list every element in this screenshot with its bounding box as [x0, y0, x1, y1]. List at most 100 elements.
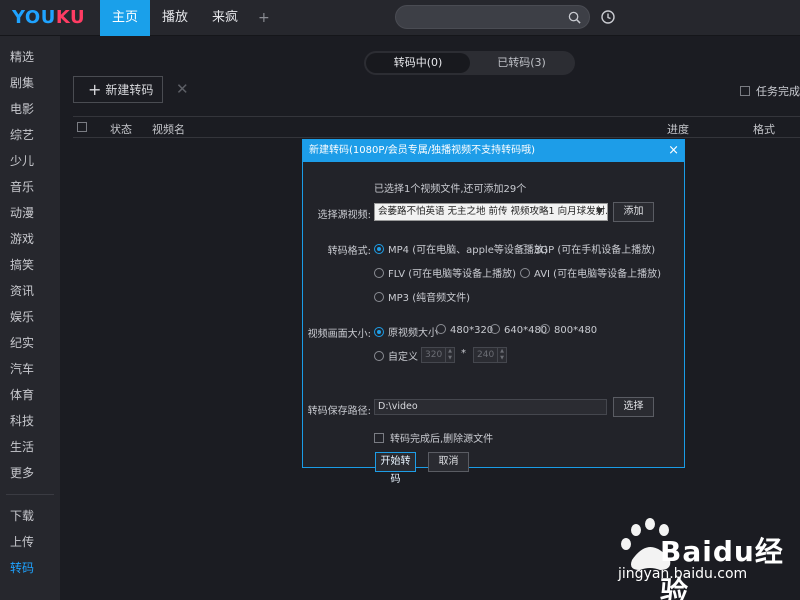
add-button[interactable]: 添加: [613, 202, 654, 222]
format-mp3-option[interactable]: MP3 (纯音频文件): [374, 289, 470, 304]
task-complete-option[interactable]: 任务完成后: [740, 83, 800, 99]
logo-ku: KU: [55, 7, 86, 28]
sidebar-item-qiche[interactable]: 汽车: [0, 356, 60, 382]
youku-logo[interactable]: YOUKU: [12, 7, 85, 28]
transcode-status-toggle: 转码中(0) 已转码(3): [364, 51, 575, 75]
dialog-close-button[interactable]: ×: [668, 140, 679, 162]
dialog-title: 新建转码(1080P/会员专属/独播视频不支持转码哦): [309, 145, 536, 156]
add-tab-button[interactable]: +: [250, 0, 278, 36]
sidebar-item-yule[interactable]: 娱乐: [0, 304, 60, 330]
format-flv-radio[interactable]: [374, 268, 384, 278]
format-3gp-option[interactable]: 3GP (可在手机设备上播放): [520, 241, 655, 256]
sidebar-item-juji[interactable]: 剧集: [0, 70, 60, 96]
sidebar-item-shenghuo[interactable]: 生活: [0, 434, 60, 460]
save-path-field[interactable]: D:\video: [374, 399, 607, 415]
cancel-button[interactable]: 取消: [428, 452, 469, 472]
size-800-radio[interactable]: [540, 324, 550, 334]
sidebar-item-keji[interactable]: 科技: [0, 408, 60, 434]
start-transcode-button[interactable]: 开始转码: [375, 452, 416, 485]
close-icon[interactable]: ✕: [176, 80, 189, 98]
new-transcode-dialog: 新建转码(1080P/会员专属/独播视频不支持转码哦) × 已选择1个视频文件,…: [302, 139, 685, 485]
format-flv-option[interactable]: FLV (可在电脑等设备上播放): [374, 265, 516, 280]
size-original-label: 原视频大小: [388, 328, 438, 339]
chevron-down-icon: ▼: [596, 207, 603, 217]
size-640-radio[interactable]: [490, 324, 500, 334]
tab-laifeng[interactable]: 来疯: [200, 0, 250, 36]
tab-transcoding[interactable]: 转码中(0): [366, 53, 470, 73]
sidebar-item-zongyi[interactable]: 综艺: [0, 122, 60, 148]
new-transcode-button[interactable]: + 新建转码: [73, 76, 163, 103]
custom-width-value: 320: [425, 350, 443, 360]
size-custom-label: 自定义: [388, 352, 418, 363]
tab-play[interactable]: 播放: [150, 0, 200, 36]
size-480-label: 480*320: [450, 325, 494, 336]
size-custom-option[interactable]: 自定义: [374, 348, 418, 363]
size-640-option[interactable]: 640*480: [490, 324, 547, 336]
stepper-arrows-icon[interactable]: ▲ ▼: [497, 348, 506, 362]
size-480-option[interactable]: 480*320: [436, 324, 493, 336]
custom-times-sign: *: [461, 348, 466, 359]
format-3gp-radio[interactable]: [520, 244, 530, 254]
sidebar-item-tiyu[interactable]: 体育: [0, 382, 60, 408]
size-original-radio[interactable]: [374, 327, 384, 337]
table-header: 状态 视频名 进度 格式: [73, 116, 800, 138]
search-input[interactable]: [395, 5, 590, 29]
delete-source-checkbox[interactable]: [374, 433, 384, 443]
new-transcode-label: 新建转码: [105, 83, 154, 97]
sidebar-item-upload[interactable]: 上传: [0, 529, 60, 555]
source-label: 选择源视频:: [317, 210, 371, 221]
sidebar-item-jishi[interactable]: 纪实: [0, 330, 60, 356]
size-original-option[interactable]: 原视频大小: [374, 324, 438, 339]
sidebar-item-transcode[interactable]: 转码: [0, 555, 60, 581]
delete-source-option[interactable]: 转码完成后,删除源文件: [374, 430, 493, 445]
format-mp3-radio[interactable]: [374, 292, 384, 302]
format-flv-label: FLV (可在电脑等设备上播放): [388, 269, 517, 280]
format-avi-label: AVI (可在电脑等设备上播放): [534, 269, 661, 280]
sidebar-item-youxi[interactable]: 游戏: [0, 226, 60, 252]
sidebar-item-gaoxiao[interactable]: 搞笑: [0, 252, 60, 278]
select-all-checkbox[interactable]: [77, 122, 87, 132]
column-format: 格式: [753, 123, 775, 136]
custom-height-stepper[interactable]: 240 ▲ ▼: [473, 347, 507, 363]
sidebar-channels: 精选 剧集 电影 综艺 少儿 音乐 动漫 游戏 搞笑 资讯 娱乐 纪实 汽车 体…: [0, 36, 60, 486]
size-480-radio[interactable]: [436, 324, 446, 334]
size-800-option[interactable]: 800*480: [540, 324, 597, 336]
format-mp4-radio[interactable]: [374, 244, 384, 254]
main-nav: 主页 播放 来疯 +: [100, 0, 278, 36]
format-mp3-label: MP3 (纯音频文件): [388, 293, 471, 304]
format-label: 转码格式:: [327, 246, 371, 257]
task-complete-label: 任务完成后: [756, 85, 800, 98]
save-path-value: D:\video: [378, 401, 418, 412]
sidebar-tools: 下载 上传 转码: [0, 503, 60, 581]
sidebar: 精选 剧集 电影 综艺 少儿 音乐 动漫 游戏 搞笑 资讯 娱乐 纪实 汽车 体…: [0, 36, 60, 600]
source-video-select[interactable]: 会萎路不怕英语 无主之地 前传 视频攻略1 向月球发射... ▼: [374, 203, 608, 221]
custom-width-stepper[interactable]: 320 ▲ ▼: [421, 347, 455, 363]
history-icon[interactable]: [600, 9, 616, 25]
column-progress: 进度: [667, 123, 689, 136]
tab-home[interactable]: 主页: [100, 0, 151, 36]
sidebar-item-jingxuan[interactable]: 精选: [0, 44, 60, 70]
size-800-label: 800*480: [554, 325, 598, 336]
custom-height-value: 240: [477, 350, 495, 360]
browse-button[interactable]: 选择: [613, 397, 654, 417]
column-status: 状态: [110, 123, 132, 136]
sidebar-item-gengduo[interactable]: 更多: [0, 460, 60, 486]
search-icon[interactable]: [568, 11, 581, 24]
sidebar-item-zixun[interactable]: 资讯: [0, 278, 60, 304]
sidebar-item-dianying[interactable]: 电影: [0, 96, 60, 122]
task-complete-checkbox[interactable]: [740, 86, 750, 96]
size-label: 视频画面大小:: [307, 329, 371, 340]
sidebar-item-download[interactable]: 下载: [0, 503, 60, 529]
format-avi-option[interactable]: AVI (可在电脑等设备上播放): [520, 265, 661, 280]
tab-transcoded[interactable]: 已转码(3): [470, 53, 573, 73]
column-name: 视频名: [152, 123, 185, 136]
sidebar-item-dongman[interactable]: 动漫: [0, 200, 60, 226]
size-custom-radio[interactable]: [374, 351, 384, 361]
format-avi-radio[interactable]: [520, 268, 530, 278]
sidebar-item-yinyue[interactable]: 音乐: [0, 174, 60, 200]
dialog-title-bar: 新建转码(1080P/会员专属/独播视频不支持转码哦) ×: [303, 140, 684, 162]
watermark-brand: Baidu经验: [660, 530, 800, 600]
watermark-brand-du: du: [712, 535, 755, 568]
stepper-arrows-icon[interactable]: ▲ ▼: [445, 348, 454, 362]
sidebar-item-shaoer[interactable]: 少儿: [0, 148, 60, 174]
